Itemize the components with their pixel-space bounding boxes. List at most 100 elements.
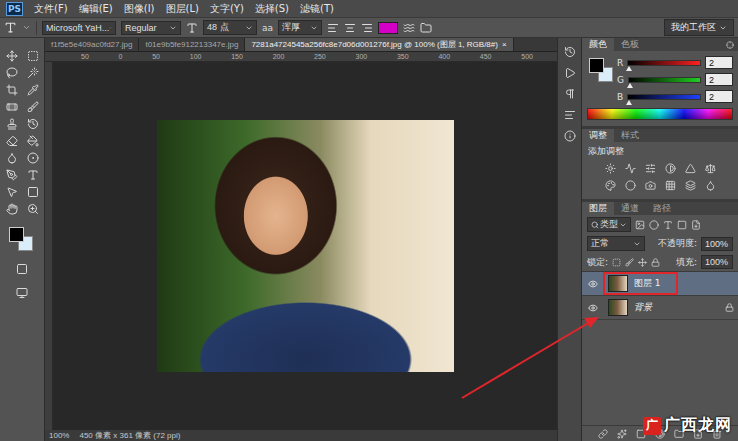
color-swatches[interactable] bbox=[587, 56, 611, 80]
document-tab[interactable]: f1f5e5e409ac0fd27.jpg bbox=[45, 38, 139, 51]
slider-marker[interactable] bbox=[627, 83, 633, 88]
hue-saturation-icon[interactable] bbox=[605, 180, 616, 191]
adjustment-button[interactable] bbox=[623, 179, 637, 192]
tool-button[interactable] bbox=[3, 133, 21, 149]
channel-value[interactable]: 2 bbox=[705, 73, 733, 86]
tool-button[interactable] bbox=[3, 184, 21, 200]
type-filter-icon[interactable] bbox=[663, 220, 673, 230]
blur-tool-icon[interactable] bbox=[6, 152, 18, 164]
vibrance-icon[interactable] bbox=[685, 163, 696, 174]
eye-icon[interactable] bbox=[588, 279, 598, 289]
tool-button[interactable] bbox=[3, 167, 21, 183]
menu-item[interactable]: 编辑(E) bbox=[79, 2, 113, 16]
hand-tool-icon[interactable] bbox=[6, 203, 18, 215]
type-tool-icon[interactable] bbox=[27, 169, 39, 181]
tool-preset-dropdown-icon[interactable] bbox=[22, 23, 31, 32]
menu-item[interactable]: 滤镜(T) bbox=[300, 2, 334, 16]
lock-transparency-icon[interactable] bbox=[612, 258, 621, 267]
type-tool-icon[interactable] bbox=[4, 21, 17, 34]
dodge-tool-icon[interactable] bbox=[27, 152, 39, 164]
tool-button[interactable] bbox=[3, 65, 21, 81]
photo[interactable] bbox=[157, 120, 454, 372]
pixel-filter-icon[interactable] bbox=[635, 220, 645, 230]
eye-icon[interactable] bbox=[588, 303, 598, 313]
adjustment-filter-icon[interactable] bbox=[649, 220, 659, 230]
antialias-field[interactable]: 浑厚 bbox=[278, 20, 322, 35]
font-size-field[interactable]: 48 点 bbox=[203, 20, 257, 35]
history-panel-icon[interactable] bbox=[564, 46, 576, 58]
lock-pixels-icon[interactable] bbox=[625, 258, 634, 267]
brush-tool-icon[interactable] bbox=[27, 101, 39, 113]
paragraph-panel-icon[interactable] bbox=[564, 88, 576, 100]
panel-menu[interactable] bbox=[722, 41, 738, 51]
blend-mode-field[interactable]: 正常 bbox=[587, 236, 645, 251]
smart-object-filter-icon[interactable] bbox=[691, 220, 701, 230]
opacity-field[interactable]: 100% bbox=[701, 237, 733, 251]
adjustment-button[interactable] bbox=[663, 162, 677, 175]
canvas[interactable] bbox=[53, 62, 557, 430]
tool-button[interactable] bbox=[24, 184, 42, 200]
adjustment-button[interactable] bbox=[683, 179, 697, 192]
visibility-toggle[interactable] bbox=[586, 279, 600, 289]
move-tool-icon[interactable] bbox=[6, 50, 18, 62]
curves-icon[interactable] bbox=[645, 163, 656, 174]
fill-field[interactable]: 100% bbox=[701, 255, 733, 269]
lock-all-icon[interactable] bbox=[651, 258, 660, 267]
color-swatches[interactable] bbox=[7, 225, 37, 253]
healing-brush-tool-icon[interactable] bbox=[6, 101, 18, 113]
layer-row[interactable]: 图层 1 bbox=[582, 272, 738, 296]
panel-tab[interactable]: 通道 bbox=[614, 202, 646, 215]
adjustment-button[interactable] bbox=[643, 179, 657, 192]
panel-tab[interactable]: 调整 bbox=[582, 129, 614, 142]
quick-mask-icon[interactable] bbox=[16, 263, 28, 275]
zoom-tool-icon[interactable] bbox=[27, 203, 39, 215]
tool-button[interactable] bbox=[24, 82, 42, 98]
adjustment-button[interactable] bbox=[703, 179, 717, 192]
actions-panel-icon[interactable] bbox=[564, 67, 576, 79]
tool-button[interactable] bbox=[24, 167, 42, 183]
adjustment-button[interactable] bbox=[603, 162, 617, 175]
menu-item[interactable]: 文件(F) bbox=[34, 2, 68, 16]
info-panel-icon[interactable] bbox=[564, 130, 576, 142]
tab-close-button[interactable]: × bbox=[502, 40, 507, 49]
clone-stamp-tool-icon[interactable] bbox=[6, 118, 18, 130]
font-style-field[interactable]: Regular bbox=[121, 21, 181, 35]
document-tab[interactable]: t01e9b5fe912213347e.jpg bbox=[139, 38, 245, 51]
adjustment-button[interactable] bbox=[603, 179, 617, 192]
tool-button[interactable] bbox=[24, 116, 42, 132]
menu-item[interactable]: 图像(I) bbox=[124, 2, 155, 16]
channel-value[interactable]: 2 bbox=[705, 90, 733, 103]
zoom-level[interactable]: 100% bbox=[49, 431, 69, 440]
tool-button[interactable] bbox=[3, 116, 21, 132]
warp-text-icon[interactable] bbox=[403, 22, 415, 34]
panel-tab[interactable]: 样式 bbox=[614, 129, 646, 142]
paint-bucket-tool-icon[interactable] bbox=[27, 135, 39, 147]
channel-mixer-icon[interactable] bbox=[685, 180, 696, 191]
visibility-toggle[interactable] bbox=[586, 303, 600, 313]
path-selection-tool-icon[interactable] bbox=[6, 186, 18, 198]
font-family-field[interactable]: Microsoft YaH... bbox=[42, 21, 116, 35]
crop-tool-icon[interactable] bbox=[6, 84, 18, 96]
character-panel-icon[interactable] bbox=[420, 22, 432, 34]
align-center-icon[interactable] bbox=[344, 22, 356, 34]
black-white-icon[interactable] bbox=[625, 180, 636, 191]
panel-menu-icon[interactable] bbox=[726, 41, 734, 49]
channel-slider[interactable] bbox=[627, 60, 701, 66]
panel-tab[interactable]: 颜色 bbox=[582, 38, 614, 51]
tool-button[interactable] bbox=[3, 201, 21, 217]
screen-mode-icon[interactable] bbox=[16, 287, 28, 299]
invert-icon[interactable] bbox=[705, 180, 716, 191]
exposure-icon[interactable] bbox=[665, 163, 676, 174]
channel-value[interactable]: 2 bbox=[705, 56, 733, 69]
slider-marker[interactable] bbox=[626, 66, 632, 71]
quick-mask-button[interactable] bbox=[13, 261, 31, 277]
tool-button[interactable] bbox=[24, 201, 42, 217]
link-icon[interactable] bbox=[598, 429, 608, 439]
panel-tab[interactable]: 图层 bbox=[582, 202, 614, 215]
history-brush-tool-icon[interactable] bbox=[27, 118, 39, 130]
magic-wand-tool-icon[interactable] bbox=[27, 67, 39, 79]
tool-button[interactable] bbox=[24, 99, 42, 115]
adjustment-button[interactable] bbox=[683, 162, 697, 175]
lasso-tool-icon[interactable] bbox=[6, 67, 18, 79]
lock-position-icon[interactable] bbox=[638, 258, 647, 267]
